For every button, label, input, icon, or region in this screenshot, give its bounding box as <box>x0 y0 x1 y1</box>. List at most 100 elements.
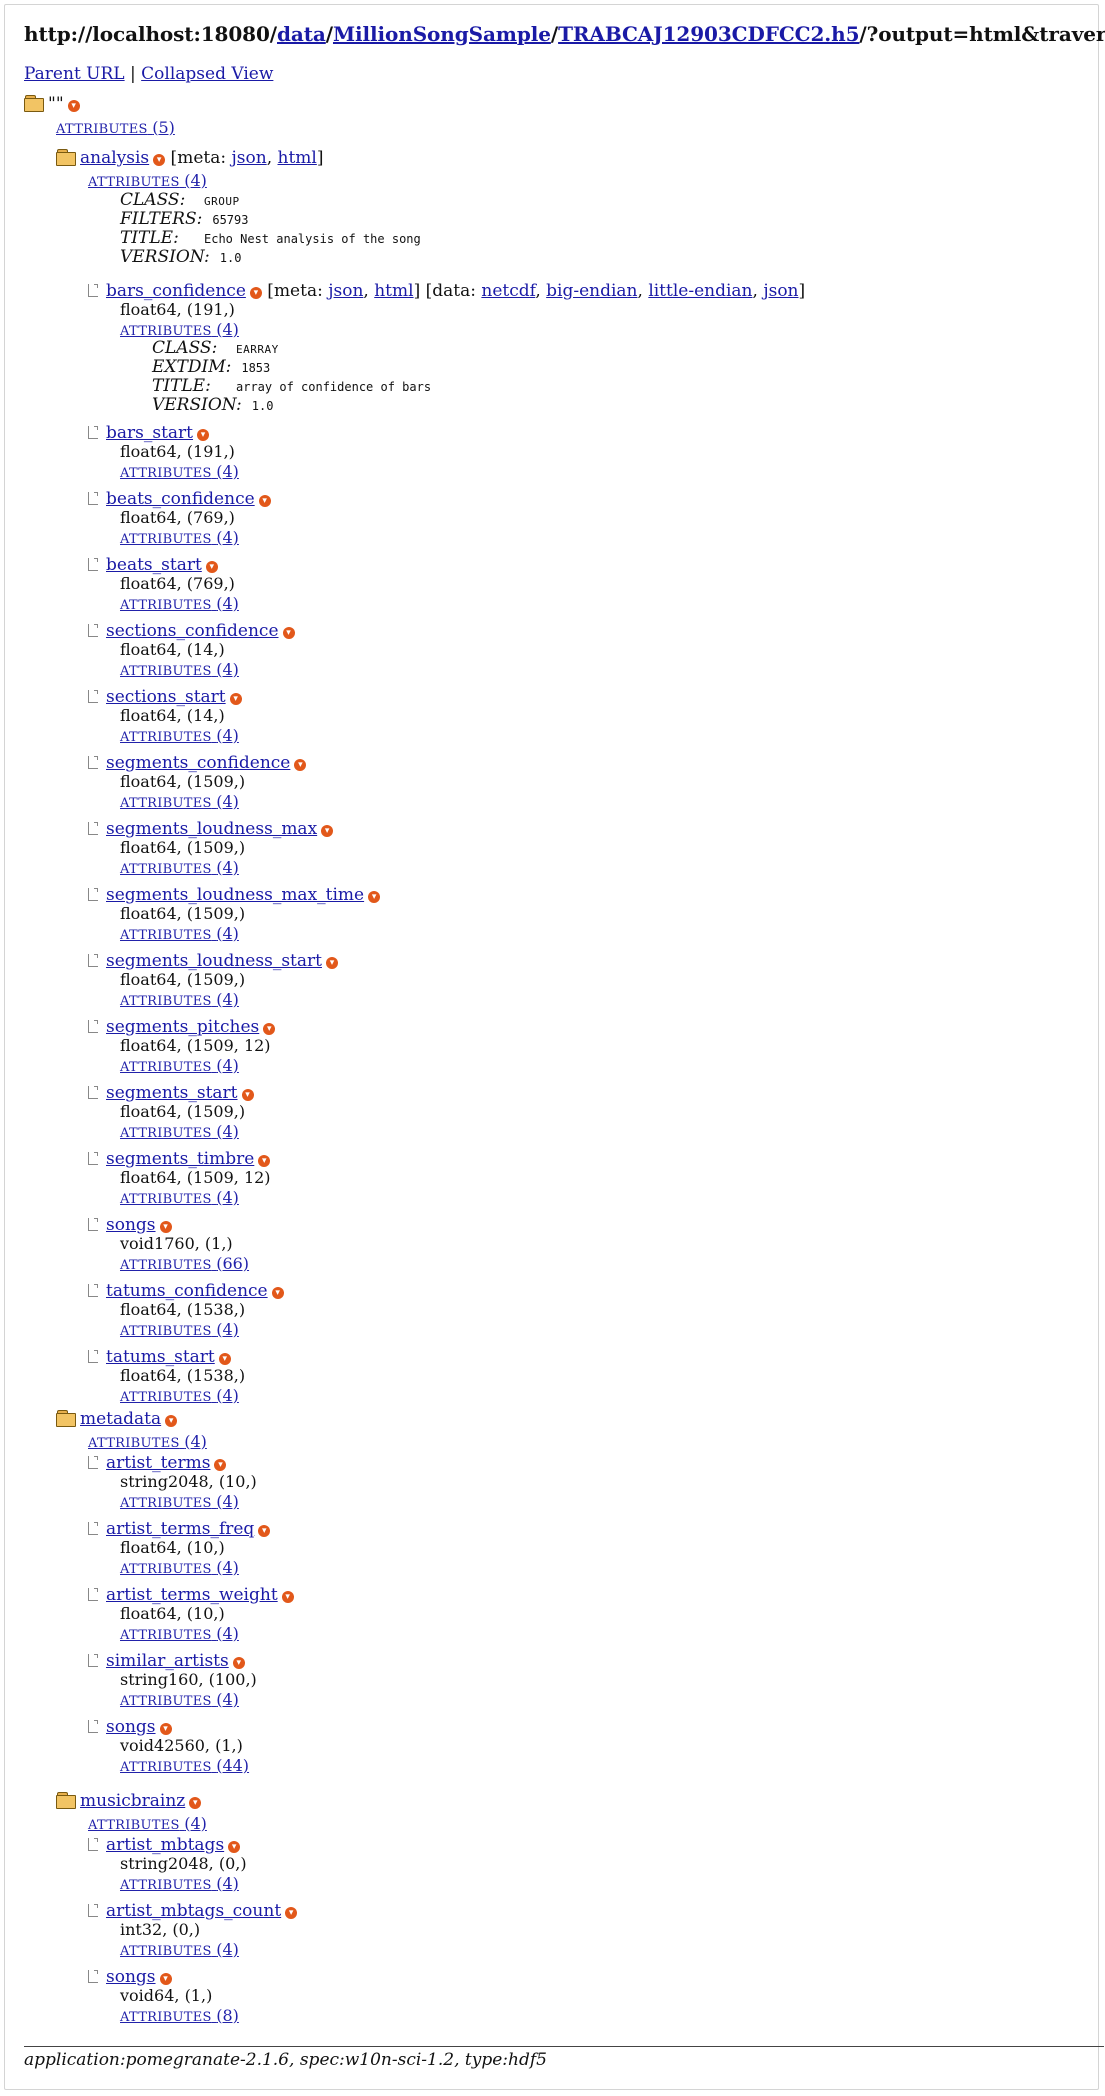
attributes-link[interactable]: ATTRIBUTES (4) <box>120 1386 239 1405</box>
file-icon <box>88 1838 98 1851</box>
expand-icon[interactable]: ▾ <box>189 1797 202 1809</box>
dataset-link-artist_mbtags[interactable]: artist_mbtags <box>106 1835 224 1855</box>
expand-icon[interactable]: ▾ <box>281 1591 294 1603</box>
collapsed-view-link[interactable]: Collapsed View <box>141 64 273 84</box>
dataset-link-segments_loudness_max_time[interactable]: segments_loudness_max_time <box>106 885 364 905</box>
expand-icon[interactable]: ▾ <box>258 495 271 507</box>
dataset-dtype: float64, (1509, 12) <box>120 1168 271 1188</box>
dataset-link-segments_timbre[interactable]: segments_timbre <box>106 1149 254 1169</box>
expand-icon[interactable]: ▾ <box>229 693 242 705</box>
attributes-link[interactable]: ATTRIBUTES (4) <box>120 462 239 481</box>
attributes-link[interactable]: ATTRIBUTES (4) <box>120 1122 239 1141</box>
expand-icon[interactable]: ▾ <box>258 1525 271 1537</box>
expand-icon[interactable]: ▾ <box>218 1353 231 1365</box>
dataset-link-tatums_confidence[interactable]: tatums_confidence <box>106 1281 268 1301</box>
attributes-link[interactable]: ATTRIBUTES (4) <box>120 1558 239 1577</box>
expand-icon[interactable]: ▾ <box>214 1459 227 1471</box>
parent-url-link[interactable]: Parent URL <box>24 64 125 84</box>
expand-icon[interactable]: ▾ <box>294 759 307 771</box>
meta-link-json[interactable]: json <box>328 281 363 301</box>
url-link-collection[interactable]: MillionSongSample <box>333 22 551 46</box>
attributes-link[interactable]: ATTRIBUTES (4) <box>120 1320 239 1339</box>
attributes-link[interactable]: ATTRIBUTES (8) <box>120 2006 239 2025</box>
group-link-musicbrainz[interactable]: musicbrainz <box>80 1791 185 1811</box>
dataset-link-beats_start[interactable]: beats_start <box>106 555 202 575</box>
data-link-big-endian[interactable]: big-endian <box>546 281 637 301</box>
meta-link-html[interactable]: html <box>374 281 413 301</box>
dataset-row: songs ▾ <box>88 1215 172 1235</box>
data-link-json[interactable]: json <box>763 281 798 301</box>
expand-icon[interactable]: ▾ <box>205 561 218 573</box>
dataset-link-segments_loudness_max[interactable]: segments_loudness_max <box>106 819 317 839</box>
data-link-little-endian[interactable]: little-endian <box>648 281 752 301</box>
dataset-link-segments_start[interactable]: segments_start <box>106 1083 238 1103</box>
group-link-metadata[interactable]: metadata <box>80 1409 161 1429</box>
attributes-link[interactable]: ATTRIBUTES (4) <box>120 990 239 1009</box>
attributes-link[interactable]: ATTRIBUTES (4) <box>88 1432 207 1451</box>
dataset-link-segments_pitches[interactable]: segments_pitches <box>106 1017 259 1037</box>
expand-icon[interactable]: ▾ <box>249 287 262 299</box>
group-link-analysis[interactable]: analysis <box>80 148 149 168</box>
meta-link-html[interactable]: html <box>278 148 317 168</box>
attributes-link[interactable]: ATTRIBUTES (4) <box>88 171 207 190</box>
expand-icon[interactable]: ▾ <box>271 1287 284 1299</box>
attributes-link[interactable]: ATTRIBUTES (4) <box>88 1814 207 1833</box>
attributes-link[interactable]: ATTRIBUTES (44) <box>120 1756 249 1775</box>
expand-icon[interactable]: ▾ <box>321 825 334 837</box>
expand-icon[interactable]: ▾ <box>258 1155 271 1167</box>
dataset-link-songs[interactable]: songs <box>106 1967 156 1987</box>
attributes-label: ATTRIBUTES <box>120 2010 212 2025</box>
expand-icon[interactable]: ▾ <box>159 1973 172 1985</box>
expand-icon[interactable]: ▾ <box>241 1089 254 1101</box>
dataset-link-artist_mbtags_count[interactable]: artist_mbtags_count <box>106 1901 281 1921</box>
dataset-link-beats_confidence[interactable]: beats_confidence <box>106 489 255 509</box>
attributes-link[interactable]: ATTRIBUTES (4) <box>120 320 239 339</box>
dataset-link-segments_confidence[interactable]: segments_confidence <box>106 753 290 773</box>
expand-icon[interactable]: ▾ <box>165 1415 178 1427</box>
dataset-link-songs[interactable]: songs <box>106 1215 156 1235</box>
expand-icon[interactable]: ▾ <box>67 100 80 112</box>
dataset-link-artist_terms_freq[interactable]: artist_terms_freq <box>106 1519 254 1539</box>
attributes-link[interactable]: ATTRIBUTES (4) <box>120 1056 239 1075</box>
dataset-link-bars_start[interactable]: bars_start <box>106 423 193 443</box>
attributes-link[interactable]: ATTRIBUTES (4) <box>120 1874 239 1893</box>
expand-icon[interactable]: ▾ <box>285 1907 298 1919</box>
expand-icon[interactable]: ▾ <box>153 154 166 166</box>
dataset-link-bars_confidence[interactable]: bars_confidence <box>106 281 246 301</box>
expand-icon[interactable]: ▾ <box>197 429 210 441</box>
attributes-link[interactable]: ATTRIBUTES (4) <box>120 726 239 745</box>
dataset-link-similar_artists[interactable]: similar_artists <box>106 1651 229 1671</box>
attributes-link[interactable]: ATTRIBUTES (4) <box>120 1624 239 1643</box>
attributes-link[interactable]: ATTRIBUTES (4) <box>120 1188 239 1207</box>
url-link-file[interactable]: TRABCAJ12903CDFCC2.h5 <box>558 22 859 46</box>
attributes-link[interactable]: ATTRIBUTES (5) <box>56 118 175 137</box>
attributes-link[interactable]: ATTRIBUTES (4) <box>120 924 239 943</box>
data-link-netcdf[interactable]: netcdf <box>481 281 535 301</box>
url-link-data[interactable]: data <box>277 22 326 46</box>
dataset-link-sections_confidence[interactable]: sections_confidence <box>106 621 279 641</box>
dataset-link-sections_start[interactable]: sections_start <box>106 687 226 707</box>
expand-icon[interactable]: ▾ <box>232 1657 245 1669</box>
attributes-link[interactable]: ATTRIBUTES (4) <box>120 660 239 679</box>
attributes-link[interactable]: ATTRIBUTES (4) <box>120 792 239 811</box>
attributes-link[interactable]: ATTRIBUTES (4) <box>120 528 239 547</box>
attributes-link[interactable]: ATTRIBUTES (4) <box>120 1492 239 1511</box>
dataset-link-artist_terms[interactable]: artist_terms <box>106 1453 210 1473</box>
meta-link-json[interactable]: json <box>232 148 267 168</box>
attributes-link[interactable]: ATTRIBUTES (4) <box>120 1940 239 1959</box>
expand-icon[interactable]: ▾ <box>282 627 295 639</box>
attributes-link[interactable]: ATTRIBUTES (66) <box>120 1254 249 1273</box>
attributes-link[interactable]: ATTRIBUTES (4) <box>120 1690 239 1709</box>
expand-icon[interactable]: ▾ <box>159 1723 172 1735</box>
attributes-link[interactable]: ATTRIBUTES (4) <box>120 858 239 877</box>
dataset-link-songs[interactable]: songs <box>106 1717 156 1737</box>
expand-icon[interactable]: ▾ <box>228 1841 241 1853</box>
expand-icon[interactable]: ▾ <box>325 957 338 969</box>
expand-icon[interactable]: ▾ <box>368 891 381 903</box>
dataset-link-artist_terms_weight[interactable]: artist_terms_weight <box>106 1585 278 1605</box>
dataset-link-segments_loudness_start[interactable]: segments_loudness_start <box>106 951 322 971</box>
expand-icon[interactable]: ▾ <box>263 1023 276 1035</box>
attributes-link[interactable]: ATTRIBUTES (4) <box>120 594 239 613</box>
dataset-link-tatums_start[interactable]: tatums_start <box>106 1347 215 1367</box>
expand-icon[interactable]: ▾ <box>159 1221 172 1233</box>
